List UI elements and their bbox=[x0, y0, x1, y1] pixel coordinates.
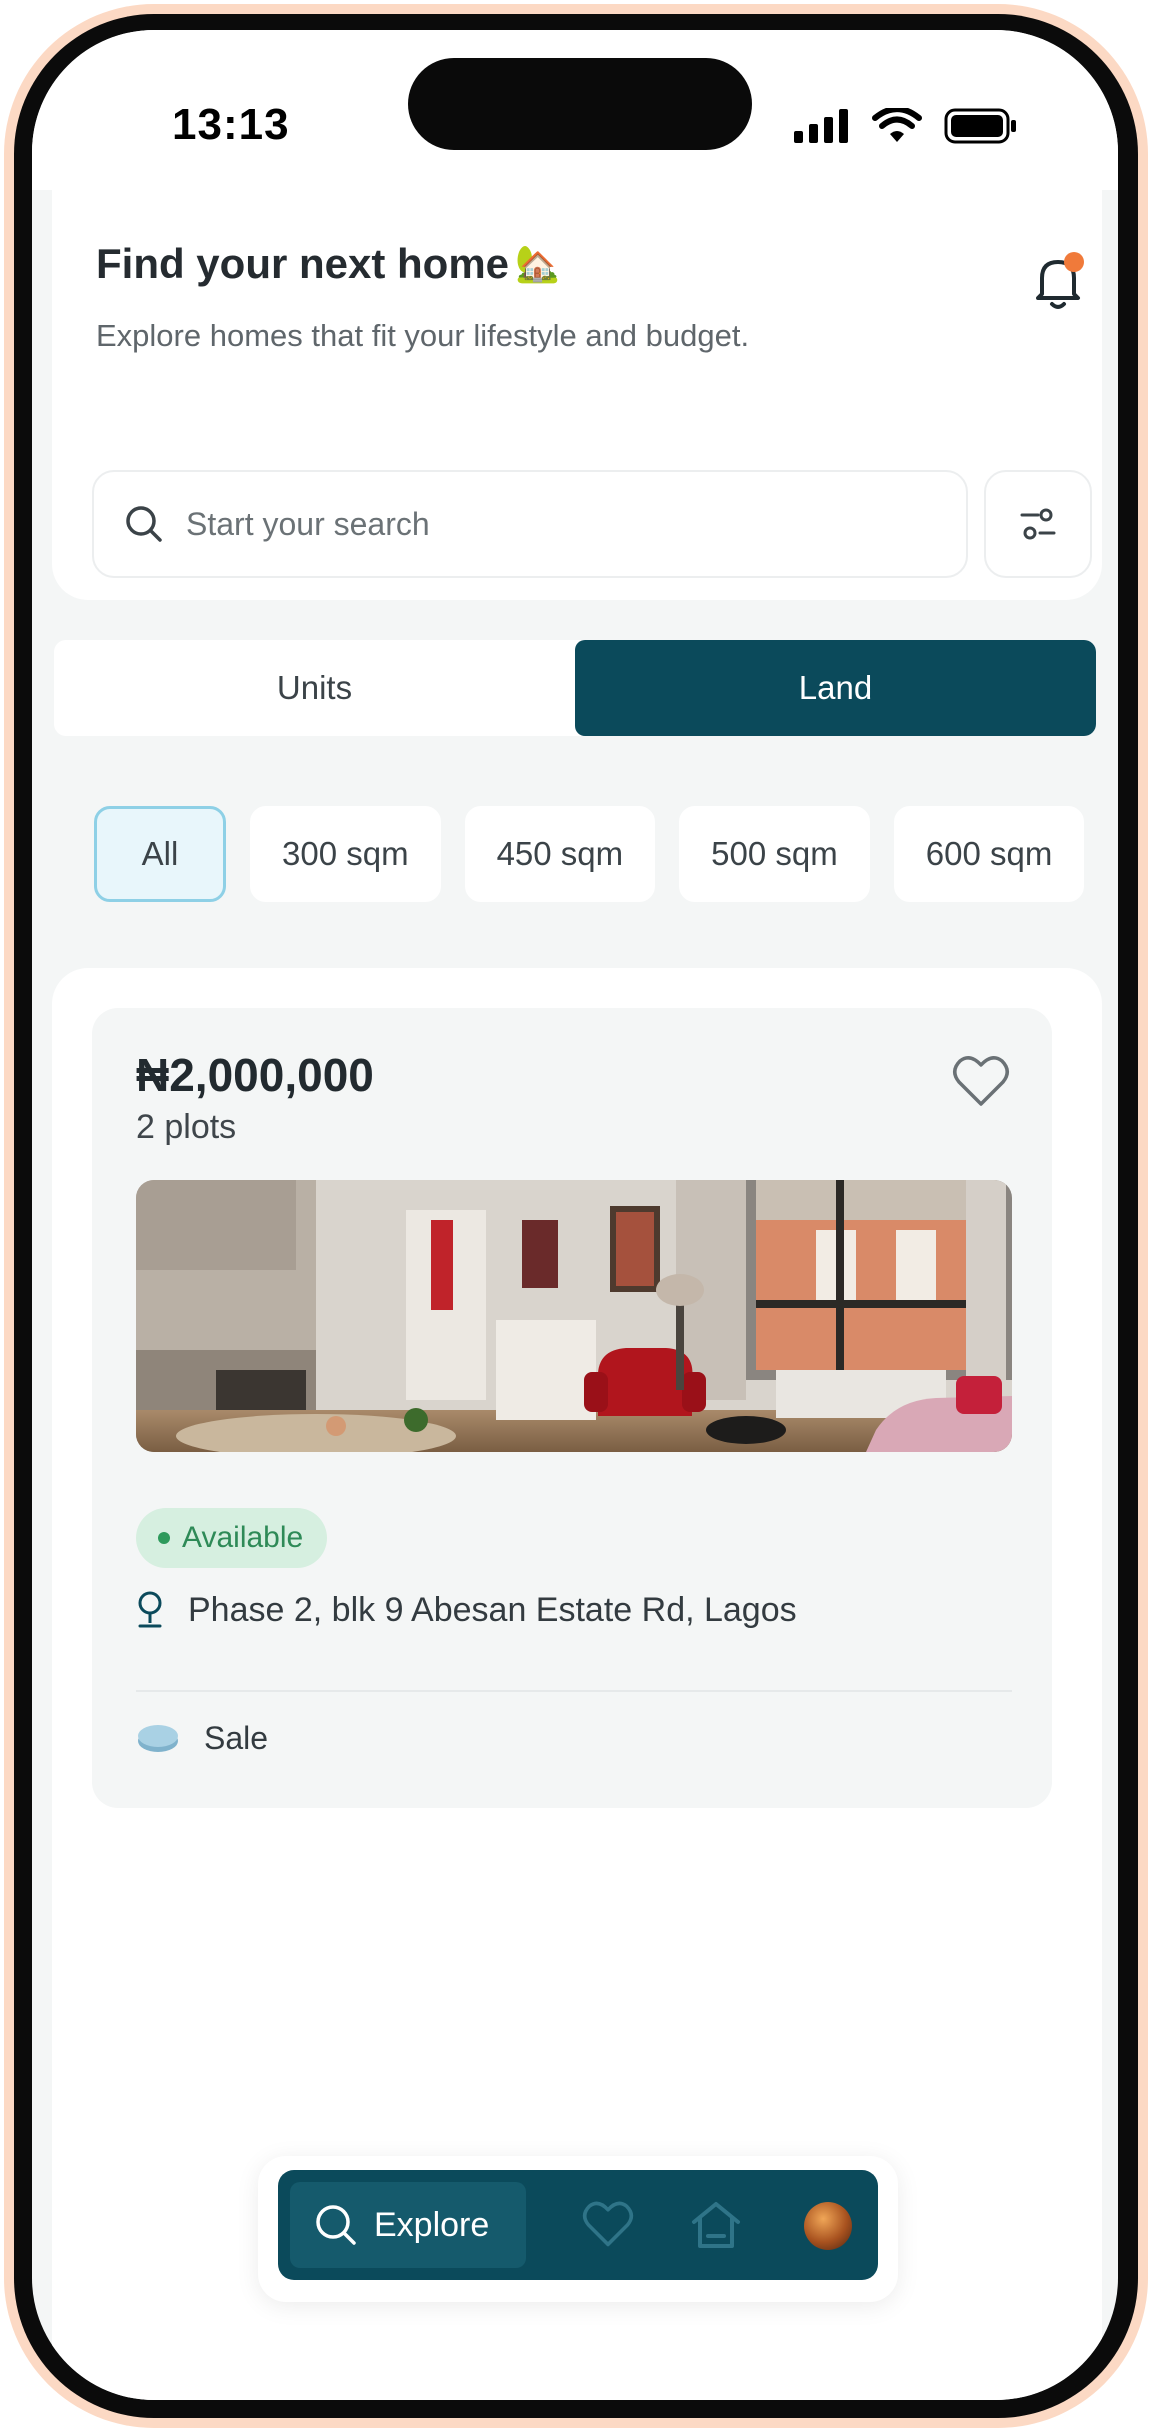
chip-all[interactable]: All bbox=[94, 806, 226, 902]
search-icon bbox=[126, 506, 162, 542]
favorite-button[interactable] bbox=[952, 1054, 1010, 1108]
chip-600-sqm[interactable]: 600 sqm bbox=[893, 806, 1085, 902]
listing-photo[interactable] bbox=[136, 1180, 1012, 1452]
search-input[interactable]: Start your search bbox=[92, 470, 968, 578]
tab-units[interactable]: Units bbox=[54, 640, 575, 736]
listing-card[interactable]: ₦2,000,000 2 plots Available Phase 2, bl… bbox=[92, 1008, 1052, 1808]
status-dot bbox=[158, 1532, 170, 1544]
status-label: Available bbox=[182, 1521, 304, 1554]
search-placeholder: Start your search bbox=[186, 505, 430, 542]
title-text: Find your next home bbox=[96, 240, 510, 287]
location-pin-icon bbox=[138, 1591, 162, 1628]
status-badge: Available bbox=[136, 1508, 328, 1568]
status-time: 13:13 bbox=[172, 100, 290, 149]
listing-type: Sale bbox=[136, 1720, 268, 1757]
bell-icon bbox=[1036, 252, 1084, 309]
page-subtitle: Explore homes that fit your lifestyle an… bbox=[96, 318, 750, 353]
card-divider bbox=[136, 1690, 1012, 1692]
listing-plots: 2 plots bbox=[136, 1108, 237, 1146]
page-title: Find your next home 🏡 bbox=[96, 240, 560, 288]
bottom-nav: Explore bbox=[278, 2170, 878, 2280]
status-icons bbox=[794, 108, 1018, 144]
coin-icon bbox=[138, 1724, 178, 1752]
size-filter-chips: All 300 sqm 450 sqm 500 sqm 600 sqm bbox=[94, 806, 1085, 902]
sliders-icon bbox=[1020, 508, 1056, 540]
battery-icon bbox=[944, 108, 1016, 144]
search-icon bbox=[316, 2205, 356, 2245]
tab-land[interactable]: Land bbox=[575, 640, 1096, 736]
living-room-photo bbox=[136, 1180, 1012, 1452]
profile-avatar[interactable] bbox=[804, 2202, 852, 2250]
nav-explore[interactable]: Explore bbox=[290, 2182, 526, 2268]
nav-home-icon[interactable] bbox=[690, 2200, 742, 2250]
notification-button[interactable] bbox=[1028, 250, 1088, 314]
nav-favorites-heart-icon[interactable] bbox=[582, 2200, 634, 2248]
header-card: Find your next home 🏡 Explore homes that… bbox=[52, 160, 1102, 600]
listing-price: ₦2,000,000 bbox=[136, 1049, 374, 1101]
house-emoji-icon: 🏡 bbox=[515, 243, 560, 284]
app-screen: 13:13 Find your next home 🏡 Explore home… bbox=[32, 30, 1118, 2400]
listing-type-label: Sale bbox=[204, 1720, 269, 1756]
dynamic-island bbox=[408, 58, 752, 150]
signal-icon bbox=[794, 109, 848, 143]
chip-300-sqm[interactable]: 300 sqm bbox=[250, 806, 441, 902]
listing-address: Phase 2, blk 9 Abesan Estate Rd, Lagos bbox=[136, 1590, 797, 1630]
heart-icon bbox=[953, 1056, 1009, 1106]
nav-explore-label: Explore bbox=[374, 2205, 490, 2244]
wifi-icon bbox=[872, 108, 922, 142]
listing-type-toggle: Units Land bbox=[54, 640, 1096, 736]
chip-450-sqm[interactable]: 450 sqm bbox=[464, 806, 656, 902]
address-text: Phase 2, blk 9 Abesan Estate Rd, Lagos bbox=[188, 1590, 797, 1629]
chip-500-sqm[interactable]: 500 sqm bbox=[679, 806, 870, 902]
filter-button[interactable] bbox=[984, 470, 1092, 578]
